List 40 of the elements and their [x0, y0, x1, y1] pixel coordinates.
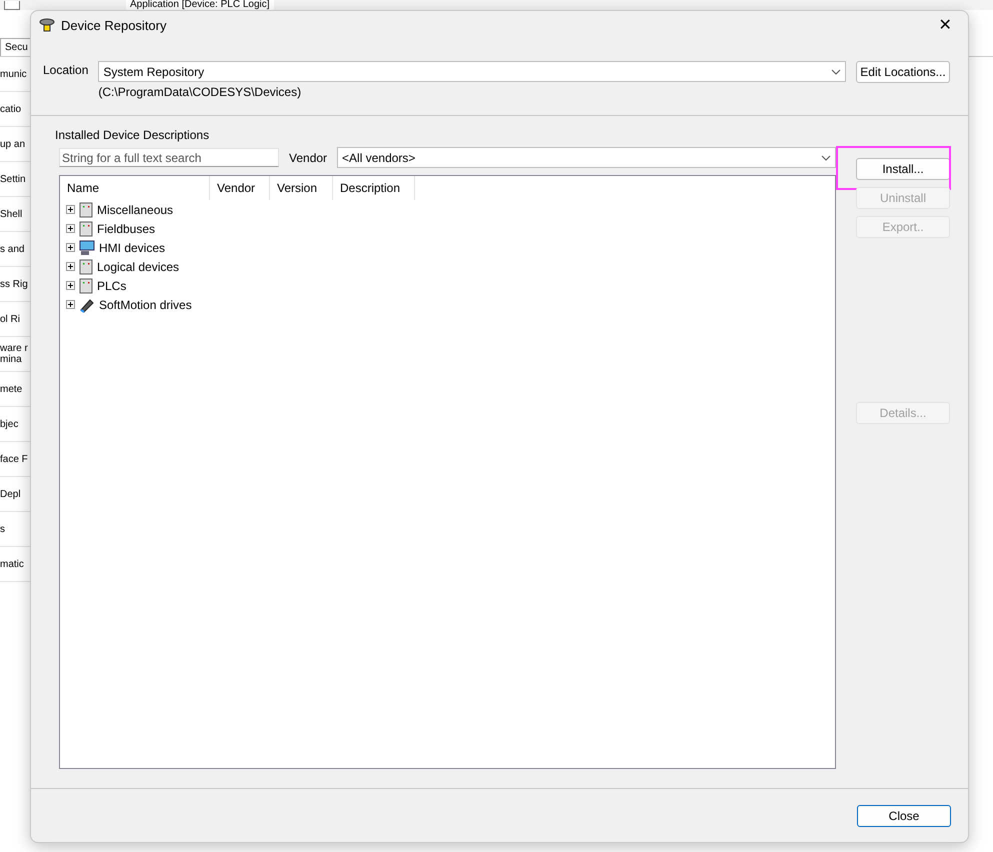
- monitor-icon: [79, 240, 95, 256]
- device-icon: [79, 220, 93, 236]
- column-header[interactable]: Version: [270, 176, 333, 200]
- close-button[interactable]: ✕: [930, 11, 960, 39]
- tree-item[interactable]: Logical devices: [97, 260, 180, 274]
- device-icon: [79, 202, 93, 218]
- toolbar-icon[interactable]: [4, 1, 20, 10]
- tree-item[interactable]: SoftMotion drives: [99, 298, 192, 312]
- expand-icon[interactable]: [66, 205, 75, 214]
- expand-icon[interactable]: [66, 262, 75, 271]
- close-button[interactable]: Close: [857, 804, 951, 826]
- search-field[interactable]: String for a full text search: [59, 148, 279, 167]
- edit-locations-button[interactable]: Edit Locations...: [856, 61, 950, 83]
- section-title: Installed Device Descriptions: [54, 128, 210, 142]
- background-tab[interactable]: Secu: [0, 38, 33, 56]
- tree-item[interactable]: HMI devices: [99, 240, 166, 254]
- device-icon: [79, 278, 93, 294]
- repository-icon: [39, 17, 55, 33]
- expand-icon[interactable]: [66, 243, 75, 252]
- location-dropdown[interactable]: System Repository: [98, 61, 846, 82]
- expand-icon[interactable]: [66, 300, 75, 309]
- editor-tab[interactable]: Application [Device: PLC Logic]: [126, 0, 274, 10]
- device-icon: [79, 258, 93, 274]
- tree-item[interactable]: PLCs: [97, 278, 126, 292]
- tree-item[interactable]: Fieldbuses: [97, 222, 156, 236]
- column-header[interactable]: Description: [333, 176, 415, 200]
- location-label: Location: [43, 62, 88, 79]
- motor-icon: [79, 296, 95, 312]
- expand-icon[interactable]: [66, 281, 75, 290]
- chevron-down-icon: [831, 68, 841, 74]
- vendor-label: Vendor: [289, 150, 328, 164]
- location-path: (C:\ProgramData\CODESYS\Devices): [98, 85, 302, 99]
- side-button[interactable]: Install...: [856, 158, 950, 180]
- vendor-dropdown[interactable]: <All vendors>: [337, 147, 836, 168]
- chevron-down-icon: [821, 154, 831, 160]
- tree-item[interactable]: Miscellaneous: [97, 202, 174, 216]
- column-header[interactable]: Vendor: [210, 176, 270, 200]
- window-title: Device Repository: [61, 18, 168, 32]
- column-header[interactable]: Name: [60, 176, 210, 200]
- expand-icon[interactable]: [66, 224, 75, 233]
